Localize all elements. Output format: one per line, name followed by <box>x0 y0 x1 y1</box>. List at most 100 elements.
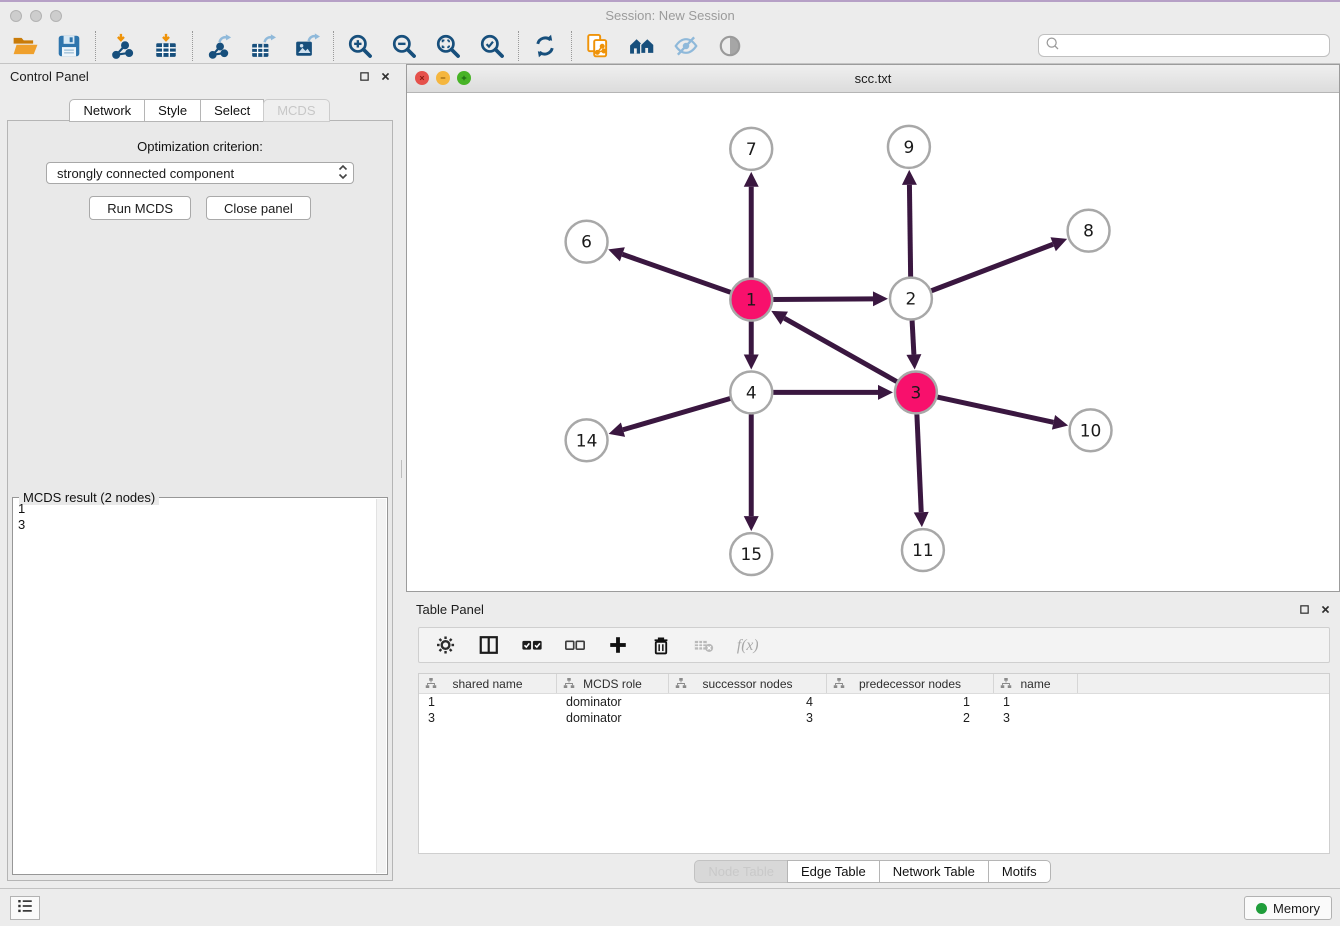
hide-selected-icon[interactable] <box>673 33 699 59</box>
svg-text:15: 15 <box>740 544 762 564</box>
optimization-criterion-value: strongly connected component <box>57 166 338 181</box>
column-hierarchy-icon <box>1000 677 1012 692</box>
column-header-shared-name[interactable]: shared name <box>419 674 557 693</box>
refresh-network-icon[interactable] <box>532 33 558 59</box>
show-panels-button[interactable] <box>10 896 40 920</box>
zoom-fit-icon[interactable] <box>435 33 461 59</box>
select-all-rows-icon[interactable] <box>520 633 544 657</box>
graph-node-8[interactable]: 8 <box>1068 210 1110 252</box>
column-header-mcds-role[interactable]: MCDS role <box>557 674 669 693</box>
table-cell[interactable]: 1 <box>994 695 1078 709</box>
table-panel-title: Table Panel <box>416 602 484 617</box>
control-panel-close-icon[interactable] <box>379 70 391 82</box>
edge-3-1[interactable] <box>771 311 897 382</box>
table-panel-float-icon[interactable] <box>1298 603 1310 615</box>
graph-node-10[interactable]: 10 <box>1070 409 1112 451</box>
delete-table-icon <box>692 633 716 657</box>
mcds-result-text[interactable]: 1 3 <box>18 501 374 871</box>
table-cell[interactable]: 3 <box>994 711 1078 725</box>
table-cell[interactable]: 3 <box>419 711 557 725</box>
table-row[interactable]: 3dominator323 <box>419 710 1329 726</box>
edge-3-10[interactable] <box>937 397 1068 430</box>
edge-4-14[interactable] <box>609 399 731 437</box>
graph-node-6[interactable]: 6 <box>566 221 608 263</box>
edge-1-7[interactable] <box>744 172 759 278</box>
close-panel-button[interactable]: Close panel <box>206 196 311 220</box>
edge-4-3[interactable] <box>773 385 893 400</box>
window-titlebar: Session: New Session <box>0 4 1340 29</box>
add-column-icon[interactable] <box>606 633 630 657</box>
zoom-selected-icon[interactable] <box>479 33 505 59</box>
graph-node-14[interactable]: 14 <box>566 419 608 461</box>
column-header-predecessor-nodes[interactable]: predecessor nodes <box>827 674 994 693</box>
edge-1-6[interactable] <box>608 247 730 292</box>
duplicate-network-icon[interactable] <box>585 33 611 59</box>
graph-node-7[interactable]: 7 <box>730 128 772 170</box>
table-cell[interactable]: 2 <box>827 711 994 725</box>
svg-text:7: 7 <box>746 139 757 159</box>
table-cell[interactable]: 4 <box>669 695 827 709</box>
tab-select[interactable]: Select <box>200 99 264 122</box>
edge-2-9[interactable] <box>902 170 917 277</box>
result-scrollbar[interactable] <box>376 499 386 873</box>
svg-text:11: 11 <box>912 540 934 560</box>
table-tab-network-table[interactable]: Network Table <box>879 860 989 883</box>
export-image-icon[interactable] <box>294 33 320 59</box>
table-tab-motifs[interactable]: Motifs <box>988 860 1051 883</box>
graph-node-11[interactable]: 11 <box>902 529 944 571</box>
optimization-criterion-select[interactable]: strongly connected component <box>46 162 354 184</box>
zoom-out-icon[interactable] <box>391 33 417 59</box>
network-canvas[interactable]: 7 9 6 8 1 2 4 3 14 10 15 11 <box>407 93 1339 591</box>
table-tab-node-table[interactable]: Node Table <box>694 860 788 883</box>
search-input[interactable] <box>1060 35 1329 56</box>
table-cell[interactable]: 1 <box>419 695 557 709</box>
control-panel-float-icon[interactable] <box>358 70 370 82</box>
save-session-icon[interactable] <box>56 33 82 59</box>
svg-text:6: 6 <box>581 232 592 252</box>
tab-style[interactable]: Style <box>144 99 201 122</box>
edge-4-15[interactable] <box>744 414 759 531</box>
edge-1-2[interactable] <box>773 291 888 306</box>
column-header-label: predecessor nodes <box>859 677 961 691</box>
table-cell[interactable]: dominator <box>557 711 669 725</box>
graph-node-2[interactable]: 2 <box>890 278 932 320</box>
graph-node-4[interactable]: 4 <box>730 371 772 413</box>
table-panel-close-icon[interactable] <box>1319 603 1331 615</box>
import-table-icon[interactable] <box>153 33 179 59</box>
zoom-in-icon[interactable] <box>347 33 373 59</box>
search-box[interactable] <box>1038 34 1330 57</box>
table-cell[interactable]: dominator <box>557 695 669 709</box>
graph-node-9[interactable]: 9 <box>888 126 930 168</box>
edge-2-3[interactable] <box>906 321 921 370</box>
first-neighbors-icon[interactable] <box>629 33 655 59</box>
memory-button[interactable]: Memory <box>1244 896 1332 920</box>
column-panel-icon[interactable] <box>477 633 501 657</box>
svg-text:4: 4 <box>746 382 757 402</box>
column-header-successor-nodes[interactable]: successor nodes <box>669 674 827 693</box>
tab-network[interactable]: Network <box>69 99 145 122</box>
import-network-icon[interactable] <box>109 33 135 59</box>
table-row[interactable]: 1dominator411 <box>419 694 1329 710</box>
deselect-all-rows-icon[interactable] <box>563 633 587 657</box>
run-mcds-button[interactable]: Run MCDS <box>89 196 191 220</box>
tab-mcds[interactable]: MCDS <box>263 99 329 122</box>
edge-1-4[interactable] <box>744 322 759 370</box>
table-tab-edge-table[interactable]: Edge Table <box>787 860 880 883</box>
graph-node-15[interactable]: 15 <box>730 533 772 575</box>
table-cell[interactable]: 3 <box>669 711 827 725</box>
edge-3-11[interactable] <box>914 414 929 527</box>
open-session-icon[interactable] <box>12 33 38 59</box>
graph-node-1[interactable]: 1 <box>730 279 772 321</box>
column-header-label: name <box>1020 677 1050 691</box>
export-table-icon[interactable] <box>250 33 276 59</box>
table-settings-icon[interactable] <box>434 633 458 657</box>
show-all-icon[interactable] <box>717 33 743 59</box>
column-header-name[interactable]: name <box>994 674 1078 693</box>
status-bar: Memory <box>0 888 1340 926</box>
export-network-icon[interactable] <box>206 33 232 59</box>
edge-2-8[interactable] <box>931 237 1067 290</box>
graph-node-3[interactable]: 3 <box>895 371 937 413</box>
table-cell[interactable]: 1 <box>827 695 994 709</box>
function-builder-icon: f(x) <box>735 633 759 657</box>
delete-column-icon[interactable] <box>649 633 673 657</box>
